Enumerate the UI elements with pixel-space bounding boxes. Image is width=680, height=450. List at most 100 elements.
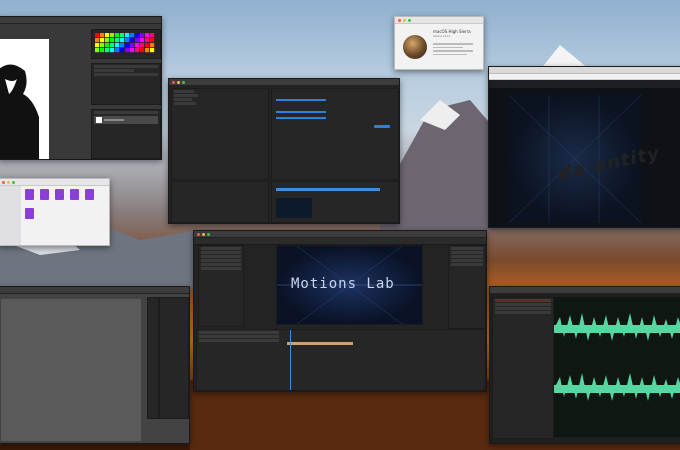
artboard[interactable] <box>1 299 141 441</box>
color-swatch[interactable] <box>150 33 155 38</box>
browser-window[interactable]: da·entity <box>488 66 680 228</box>
effects-panel[interactable] <box>448 245 486 329</box>
color-swatch[interactable] <box>100 43 105 48</box>
color-swatch[interactable] <box>105 38 110 43</box>
file-icon[interactable] <box>70 189 79 200</box>
color-swatch[interactable] <box>95 33 100 38</box>
color-swatch[interactable] <box>125 48 130 53</box>
files-panel[interactable] <box>492 297 554 439</box>
preset-browser-panel[interactable] <box>171 181 269 223</box>
illustrator-window[interactable] <box>0 286 190 444</box>
color-swatch[interactable] <box>140 48 145 53</box>
color-swatch[interactable] <box>135 48 140 53</box>
tools-panel[interactable] <box>147 297 159 419</box>
color-swatch[interactable] <box>125 33 130 38</box>
photoshop-titlebar <box>0 17 161 24</box>
color-swatch[interactable] <box>130 48 135 53</box>
encoding-progress-bar <box>276 188 380 191</box>
finder-titlebar <box>0 179 109 186</box>
audition-titlebar <box>490 287 680 294</box>
color-swatch[interactable] <box>120 43 125 48</box>
color-swatch[interactable] <box>110 48 115 53</box>
properties-panel-right <box>159 297 189 419</box>
color-swatch[interactable] <box>115 48 120 53</box>
finder-sidebar <box>0 186 21 245</box>
media-browser-panel[interactable] <box>171 88 269 180</box>
color-swatch[interactable] <box>115 38 120 43</box>
layer-bar[interactable] <box>287 342 353 345</box>
color-swatch[interactable] <box>95 43 100 48</box>
color-swatch[interactable] <box>140 43 145 48</box>
color-swatch[interactable] <box>135 43 140 48</box>
color-swatch[interactable] <box>135 33 140 38</box>
file-icon[interactable] <box>85 189 94 200</box>
color-swatch[interactable] <box>105 33 110 38</box>
color-swatch[interactable] <box>95 48 100 53</box>
color-swatch[interactable] <box>110 38 115 43</box>
comp-title-text: Motions Lab <box>291 276 395 292</box>
color-swatch[interactable] <box>105 43 110 48</box>
color-swatch[interactable] <box>110 33 115 38</box>
photoshop-window[interactable] <box>0 16 162 160</box>
color-swatch[interactable] <box>145 48 150 53</box>
color-swatch[interactable] <box>120 38 125 43</box>
about-titlebar <box>395 17 483 24</box>
color-swatch[interactable] <box>150 48 155 53</box>
layers-panel[interactable] <box>91 109 161 159</box>
illustrator-titlebar <box>0 287 189 294</box>
timeline-playhead[interactable] <box>290 330 291 390</box>
color-swatch[interactable] <box>135 38 140 43</box>
site-nav <box>489 80 680 88</box>
color-swatch[interactable] <box>120 48 125 53</box>
encoding-panel <box>271 181 399 223</box>
color-swatch[interactable] <box>150 38 155 43</box>
ae-toolbar[interactable] <box>194 238 486 245</box>
file-icon[interactable] <box>40 189 49 200</box>
color-swatch[interactable] <box>100 48 105 53</box>
file-icon[interactable] <box>25 208 34 219</box>
color-swatch[interactable] <box>105 48 110 53</box>
composition-viewer[interactable]: Motions Lab <box>276 245 423 325</box>
portrait-image <box>0 64 39 159</box>
color-swatch[interactable] <box>100 33 105 38</box>
queue-start-button[interactable] <box>374 125 390 128</box>
waveform-editor[interactable] <box>554 297 680 437</box>
about-this-mac-window[interactable]: macOS High Sierra Version 10.13 <box>394 16 484 70</box>
color-swatch[interactable] <box>140 38 145 43</box>
color-swatch[interactable] <box>130 38 135 43</box>
color-swatch[interactable] <box>145 33 150 38</box>
after-effects-window[interactable]: Motions Lab <box>193 230 487 392</box>
file-icon[interactable] <box>25 189 34 200</box>
color-swatch[interactable] <box>115 33 120 38</box>
color-swatch[interactable] <box>145 38 150 43</box>
finder-window[interactable] <box>0 178 110 246</box>
audition-window[interactable] <box>489 286 680 444</box>
color-swatch[interactable] <box>130 43 135 48</box>
color-swatch[interactable] <box>130 33 135 38</box>
browser-tabbar[interactable] <box>489 67 680 74</box>
color-swatch[interactable] <box>125 38 130 43</box>
ae-titlebar <box>194 231 486 238</box>
color-swatch[interactable] <box>110 43 115 48</box>
color-swatch[interactable] <box>120 33 125 38</box>
color-swatch[interactable] <box>100 38 105 43</box>
color-swatch[interactable] <box>125 43 130 48</box>
os-name: macOS High Sierra <box>433 29 471 34</box>
audio-waveform <box>554 313 680 401</box>
encoder-titlebar <box>169 79 399 86</box>
color-swatch[interactable] <box>115 43 120 48</box>
color-swatch[interactable] <box>150 43 155 48</box>
queue-panel[interactable] <box>271 88 399 180</box>
os-version: Version 10.13 <box>433 35 451 38</box>
project-panel[interactable] <box>198 245 244 327</box>
swatch-grid[interactable] <box>95 33 155 55</box>
color-swatch[interactable] <box>95 38 100 43</box>
encoding-preview <box>276 198 312 218</box>
media-encoder-window[interactable] <box>168 78 400 224</box>
layer-row[interactable] <box>94 116 158 124</box>
color-swatch[interactable] <box>140 33 145 38</box>
color-swatch[interactable] <box>145 43 150 48</box>
file-icon[interactable] <box>55 189 64 200</box>
color-swatches-panel[interactable] <box>91 29 161 59</box>
timeline-panel[interactable] <box>196 329 486 391</box>
